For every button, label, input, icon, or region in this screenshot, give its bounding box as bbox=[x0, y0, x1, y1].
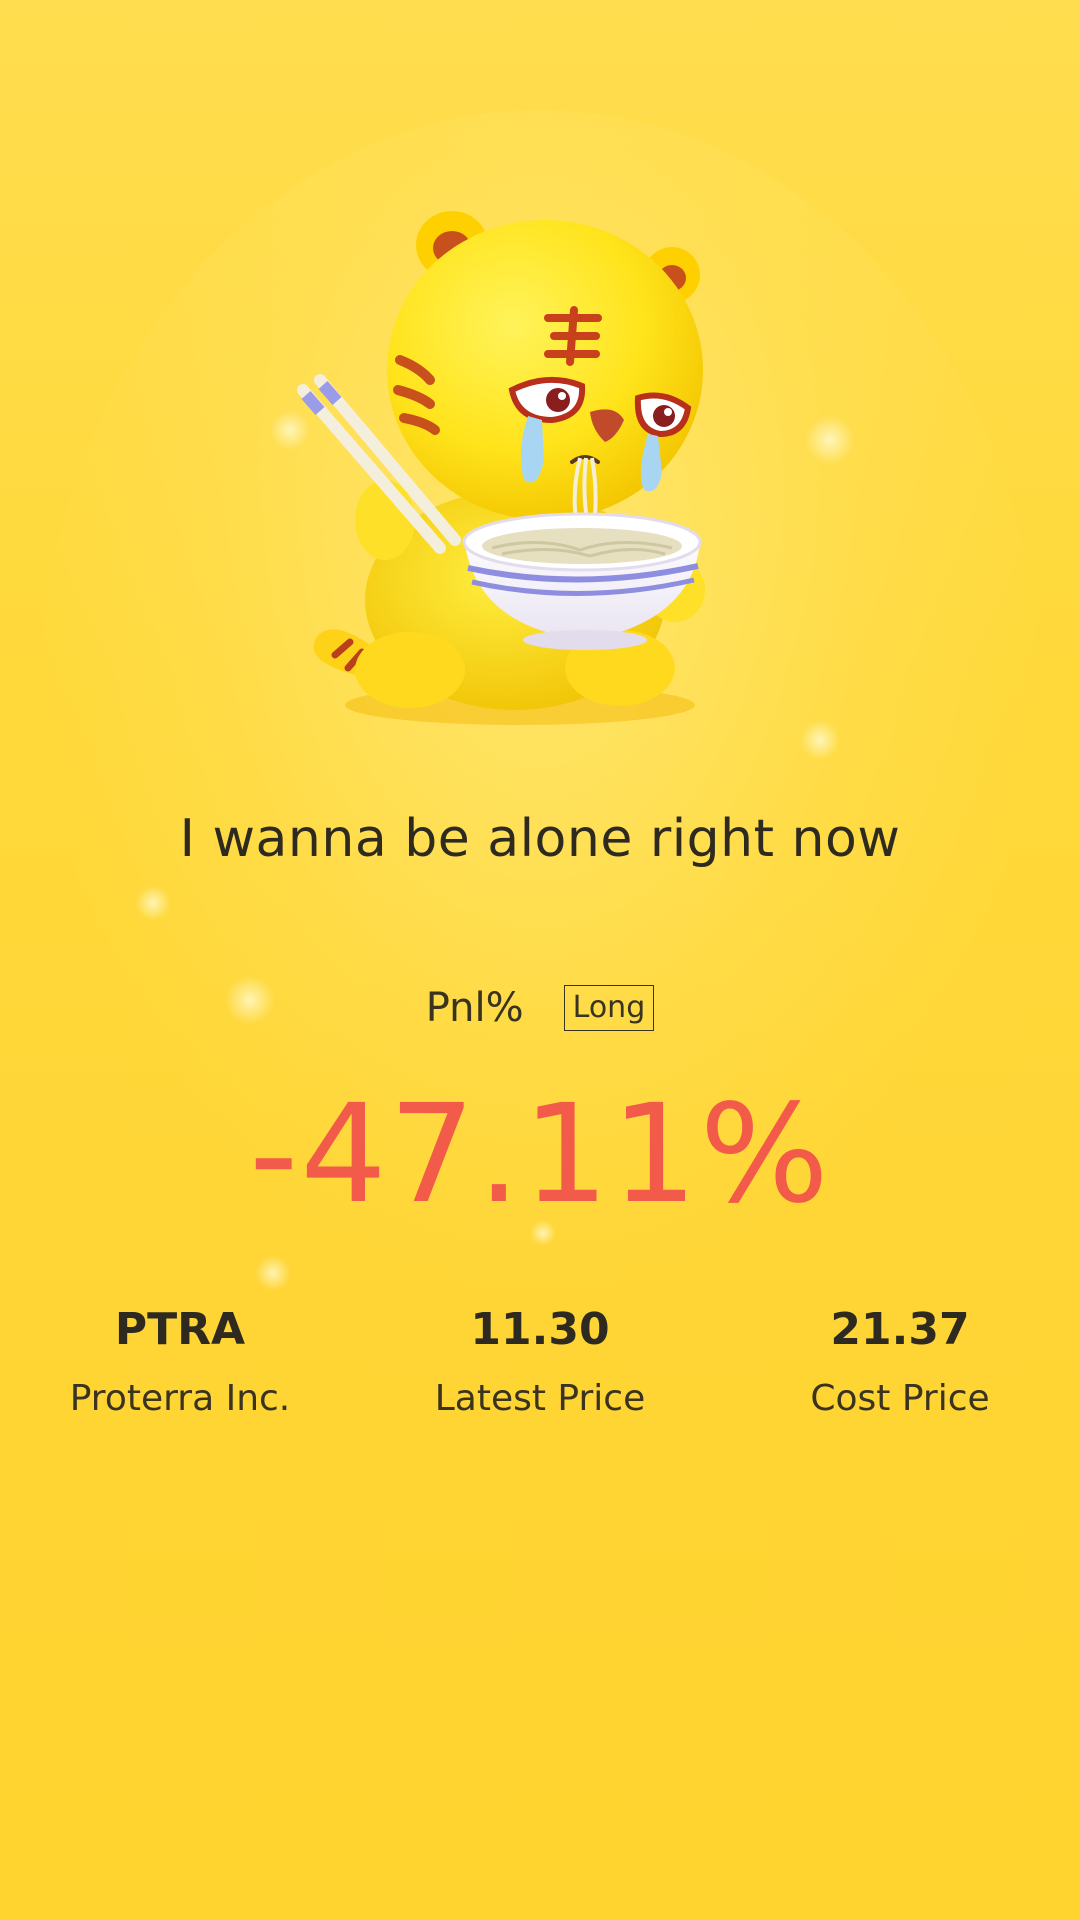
cost-price-value: 21.37 bbox=[830, 1304, 970, 1355]
sparkle-decoration bbox=[805, 415, 855, 465]
pnl-header: Pnl% Long bbox=[0, 980, 1080, 1036]
pnl-label: Pnl% bbox=[425, 985, 524, 1031]
crying-tiger-eating-noodles-icon bbox=[280, 190, 740, 730]
company-name: Proterra Inc. bbox=[69, 1378, 291, 1419]
sparkle-decoration bbox=[800, 720, 840, 760]
position-direction-badge: Long bbox=[563, 985, 655, 1031]
sparkle-decoration bbox=[135, 885, 171, 921]
pnl-percentage: -47.11% bbox=[249, 1076, 831, 1234]
cost-price-info: 21.37 Cost Price bbox=[720, 1300, 1080, 1424]
mood-headline: I wanna be alone right now bbox=[179, 809, 901, 869]
cost-price-label: Cost Price bbox=[810, 1378, 990, 1419]
latest-price-info: 11.30 Latest Price bbox=[360, 1300, 720, 1424]
sparkle-decoration bbox=[255, 1255, 291, 1291]
latest-price-label: Latest Price bbox=[434, 1378, 646, 1419]
latest-price-value: 11.30 bbox=[470, 1304, 610, 1355]
position-stats: PTRA Proterra Inc. 11.30 Latest Price 21… bbox=[0, 1300, 1080, 1424]
stock-info: PTRA Proterra Inc. bbox=[0, 1300, 360, 1424]
stock-ticker: PTRA bbox=[114, 1304, 246, 1355]
